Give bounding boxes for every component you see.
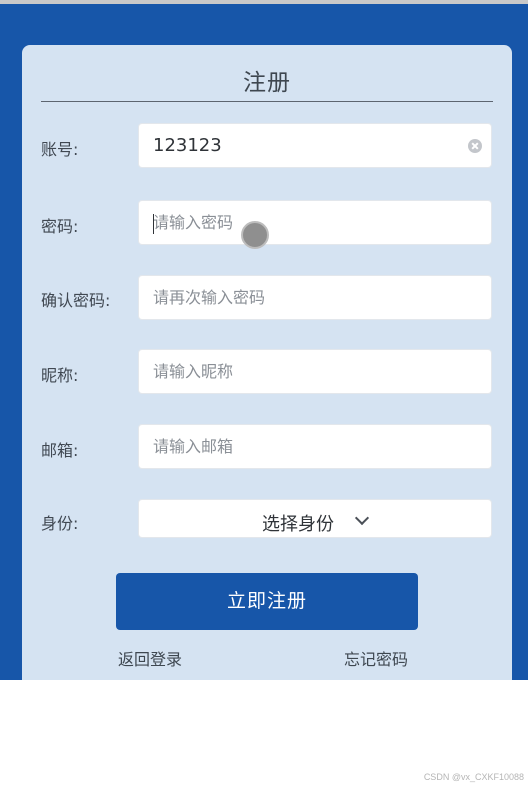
email-field[interactable]: [138, 424, 492, 469]
password-label: 密码:: [41, 217, 79, 236]
confirm-password-field[interactable]: [138, 275, 492, 320]
forgot-password-link[interactable]: 忘记密码: [344, 646, 408, 670]
account-field[interactable]: 123123: [138, 123, 492, 168]
email-label: 邮箱:: [41, 441, 79, 460]
password-input[interactable]: [139, 201, 491, 244]
nickname-field[interactable]: [138, 349, 492, 394]
text-caret: [153, 214, 154, 234]
back-to-login-link[interactable]: 返回登录: [118, 646, 182, 670]
nickname-input[interactable]: [139, 350, 491, 393]
password-field[interactable]: [138, 200, 492, 245]
identity-selected: 选择身份: [262, 514, 334, 535]
confirm-password-label: 确认密码:: [41, 291, 111, 310]
account-label: 账号:: [41, 140, 79, 159]
identity-label: 身份:: [41, 514, 79, 533]
register-card: 注册 账号: 123123 密码: 确认密码: 昵称: 邮箱: 身份: 选择身份…: [22, 45, 512, 680]
register-button[interactable]: 立即注册: [116, 573, 418, 630]
email-input[interactable]: [139, 425, 491, 468]
page-title: 注册: [243, 70, 291, 96]
touch-cursor-indicator: [241, 221, 269, 249]
watermark: CSDN @vx_CXKF10088: [423, 772, 524, 782]
clear-icon[interactable]: [468, 139, 482, 153]
account-value: 123123: [153, 135, 222, 156]
nickname-label: 昵称:: [41, 366, 79, 385]
title-divider: [41, 101, 493, 102]
confirm-password-input[interactable]: [139, 276, 491, 319]
identity-select[interactable]: 选择身份: [138, 499, 492, 538]
